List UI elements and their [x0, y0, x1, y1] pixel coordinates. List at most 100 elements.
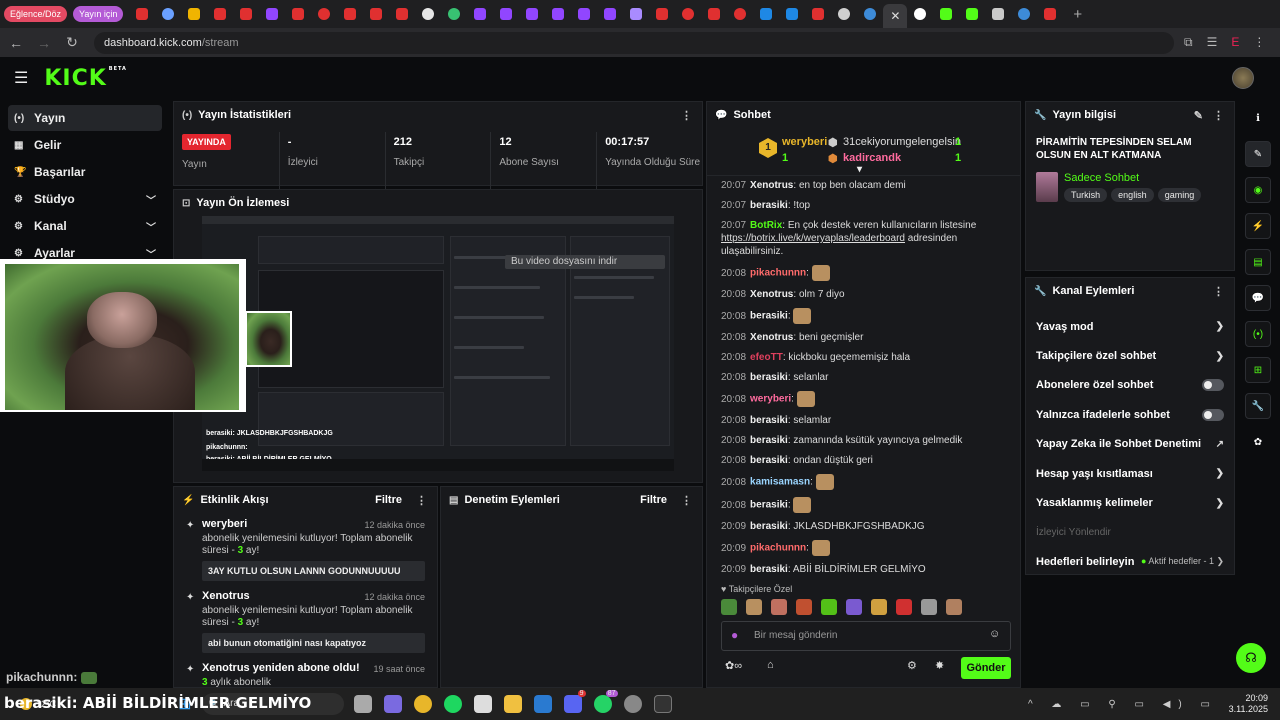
emote-picker-icon[interactable]: ✸ — [935, 659, 944, 672]
tab-youtube[interactable] — [649, 0, 675, 28]
sidebar-item-yayin[interactable]: (•) Yayın — [8, 105, 162, 131]
emote-icon[interactable] — [946, 599, 962, 615]
sidebar-item-kanal[interactable]: ⚙ Kanal ﹀ — [8, 213, 162, 239]
tab-twitch[interactable] — [519, 0, 545, 28]
panels-icon[interactable]: ⊞ — [1245, 357, 1271, 383]
emote-icon[interactable] — [746, 599, 762, 615]
steam-icon[interactable] — [533, 695, 552, 713]
chat-username[interactable]: kamisamasn — [750, 477, 810, 488]
tag-chip[interactable]: gaming — [1157, 188, 1202, 202]
spotify-icon[interactable] — [443, 695, 462, 713]
support-fab[interactable]: ☊ — [1236, 643, 1266, 673]
reading-list-icon[interactable]: ☰ — [1207, 35, 1218, 50]
chat-username[interactable]: efeoTT — [750, 352, 783, 363]
chat-username[interactable]: Xenotrus — [750, 289, 793, 300]
download-video-bar[interactable]: Bu video dosyasını indir — [505, 255, 665, 269]
emote-icon[interactable] — [896, 599, 912, 615]
store-icon[interactable]: ⌂ — [767, 659, 774, 671]
category-thumbnail[interactable] — [1036, 172, 1058, 202]
tab-ext[interactable] — [985, 0, 1011, 28]
action-slow-mode[interactable]: Yavaş mod ❯ — [1026, 312, 1234, 341]
action-ai-moderation[interactable]: Yapay Zeka ile Sohbet Denetimi ↗ — [1026, 430, 1234, 459]
tab-kick[interactable] — [933, 0, 959, 28]
emote-only-toggle[interactable] — [1202, 408, 1224, 421]
tab-youtube[interactable] — [285, 0, 311, 28]
tab-chatgpt[interactable] — [415, 0, 441, 28]
tab-youtube[interactable] — [207, 0, 233, 28]
send-button[interactable]: Gönder — [961, 657, 1011, 679]
tab-twitch[interactable] — [545, 0, 571, 28]
new-tab-plus-icon[interactable]: + — [1073, 6, 1082, 23]
filter-button[interactable]: Filtre — [375, 494, 402, 506]
whatsapp-icon[interactable]: 87 — [593, 690, 618, 713]
tag-chip[interactable]: english — [1111, 188, 1154, 202]
tab-kick[interactable] — [959, 0, 985, 28]
tab-ext[interactable] — [907, 0, 933, 28]
gifter-name[interactable]: 31cekiyorumgelengelsin — [843, 136, 961, 148]
discord-icon[interactable]: 9 — [563, 690, 586, 713]
taskbar-clock[interactable]: 20:09 3.11.2025 — [1218, 693, 1268, 715]
chat-username[interactable]: Xenotrus — [750, 332, 793, 343]
user-avatar[interactable] — [1232, 67, 1254, 89]
kebab-menu-icon[interactable]: ⋮ — [1213, 285, 1224, 298]
url-field[interactable]: dashboard.kick.com/stream — [94, 31, 1174, 54]
tab-twitch[interactable] — [493, 0, 519, 28]
tab-ext[interactable] — [1011, 0, 1037, 28]
chat-username[interactable]: pikachunnn — [750, 543, 806, 554]
kebab-menu-icon[interactable]: ⋮ — [681, 494, 692, 507]
tab-twitch[interactable] — [597, 0, 623, 28]
chat-username[interactable]: berasiki — [750, 455, 788, 466]
reload-icon[interactable]: ↻ — [60, 34, 84, 51]
tab-group-eglence[interactable]: Eğlence/Döz — [4, 6, 68, 22]
kebab-menu-icon[interactable]: ⋮ — [1213, 109, 1224, 122]
terminal-icon[interactable] — [653, 695, 672, 713]
tab-youtube[interactable] — [337, 0, 363, 28]
file-explorer-icon[interactable] — [503, 695, 522, 713]
emote-icon[interactable] — [921, 599, 937, 615]
chat-username[interactable]: BotRix — [750, 220, 782, 231]
tab-globe[interactable] — [857, 0, 883, 28]
chat-username[interactable]: pikachunnn — [750, 268, 806, 279]
action-goals[interactable]: Hedefleri belirleyin ● Aktif hedefler - 1… — [1026, 547, 1234, 576]
tab-youtube[interactable] — [129, 0, 155, 28]
tab-active-close[interactable]: ✕ — [883, 4, 908, 28]
tab-opera[interactable] — [311, 0, 337, 28]
top-gifter-name[interactable]: weryberi — [782, 136, 827, 148]
mic-icon[interactable]: ● — [731, 628, 738, 642]
subs-only-toggle[interactable] — [1202, 379, 1224, 392]
tab-opera[interactable] — [727, 0, 753, 28]
tab-youtube[interactable] — [805, 0, 831, 28]
expand-caret-icon[interactable]: ▾ — [857, 164, 862, 175]
sidebar-item-studyo[interactable]: ⚙ Stüdyo ﹀ — [8, 186, 162, 212]
kick-logo[interactable]: KICK BETA — [44, 66, 127, 91]
tab-youtube[interactable] — [233, 0, 259, 28]
chat-username[interactable]: Xenotrus — [750, 180, 793, 191]
obs-icon[interactable] — [473, 695, 492, 713]
system-tray-icons[interactable]: ^ ☁ ▭ ⚲ ▭ ◀) ▭ — [1028, 699, 1218, 710]
tab-sheets[interactable] — [753, 0, 779, 28]
chat-username[interactable]: berasiki — [750, 415, 788, 426]
category-name[interactable]: Sadece Sohbet — [1064, 172, 1139, 184]
apps-icon[interactable]: ✿ — [1245, 429, 1271, 455]
chat-link[interactable]: https://botrix.live/k/weryaplas/leaderbo… — [721, 233, 905, 244]
tab-youtube[interactable] — [701, 0, 727, 28]
tag-chip[interactable]: Turkish — [1064, 188, 1108, 202]
tab-group-yayin[interactable]: Yayın için — [73, 6, 124, 22]
task-view-icon[interactable] — [353, 695, 372, 713]
camera-icon[interactable]: ◉ — [1245, 177, 1271, 203]
chat-username[interactable]: berasiki — [750, 435, 788, 446]
filter-button[interactable]: Filtre — [640, 494, 667, 506]
tab-twitch[interactable] — [259, 0, 285, 28]
close-icon[interactable]: ✕ — [890, 9, 900, 23]
kebab-menu-icon[interactable]: ⋮ — [681, 109, 692, 122]
wrench-icon[interactable]: 🔧 — [1245, 393, 1271, 419]
tab-drive[interactable] — [181, 0, 207, 28]
tab-opera[interactable] — [675, 0, 701, 28]
gear-icon[interactable]: ⚙ — [907, 659, 917, 672]
extensions-icon[interactable]: ⧉ — [1184, 35, 1193, 50]
action-followers-only[interactable]: Takipçilere özel sohbet ❯ — [1026, 341, 1234, 370]
info-icon[interactable]: ℹ — [1245, 105, 1271, 131]
emote-icon[interactable] — [771, 599, 787, 615]
emote-icon[interactable] — [846, 599, 862, 615]
tab-twitch[interactable] — [467, 0, 493, 28]
